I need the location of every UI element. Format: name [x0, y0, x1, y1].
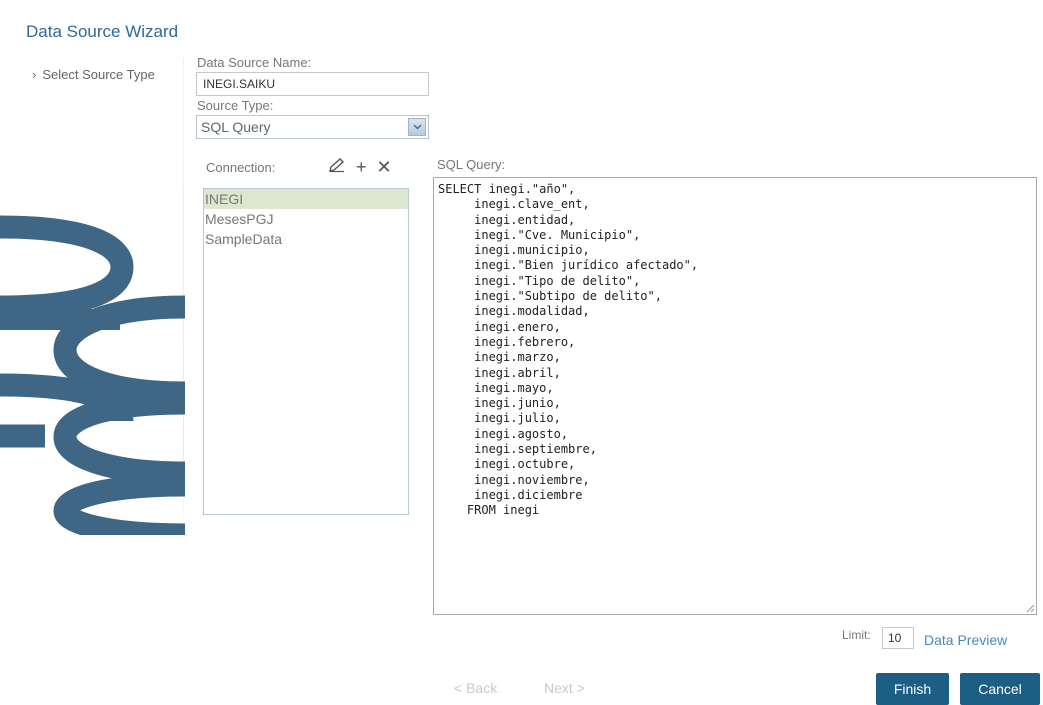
source-type-select[interactable]: SQL Query — [196, 115, 429, 139]
connection-toolbar: + ✕ — [328, 157, 392, 176]
next-button[interactable]: Next > — [544, 680, 585, 696]
chevron-right-icon: › — [32, 67, 37, 82]
back-button[interactable]: < Back — [454, 680, 497, 696]
connection-label: Connection: — [206, 160, 276, 175]
connection-item-mesespgj[interactable]: MesesPGJ — [204, 209, 408, 229]
sql-query-editor[interactable]: SELECT inegi."año", inegi.clave_ent, ine… — [433, 177, 1037, 615]
data-preview-link[interactable]: Data Preview — [924, 632, 1007, 648]
sql-query-text[interactable]: SELECT inegi."año", inegi.clave_ent, ine… — [434, 178, 1036, 523]
cancel-button[interactable]: Cancel — [960, 673, 1040, 705]
connection-item-inegi[interactable]: INEGI — [204, 189, 408, 209]
close-icon[interactable]: ✕ — [377, 158, 392, 176]
database-icon — [0, 215, 185, 535]
finish-button[interactable]: Finish — [876, 673, 949, 705]
chevron-down-icon[interactable] — [408, 118, 426, 136]
resize-grip-icon[interactable] — [1025, 603, 1035, 613]
source-type-label: Source Type: — [197, 98, 274, 113]
step-item-select-source-type[interactable]: › Select Source Type — [32, 67, 155, 82]
step-label: Select Source Type — [42, 67, 155, 82]
data-source-name-label: Data Source Name: — [197, 55, 312, 70]
sql-query-label: SQL Query: — [437, 157, 506, 172]
plus-icon[interactable]: + — [356, 158, 367, 176]
page-title: Data Source Wizard — [26, 22, 179, 41]
pencil-icon[interactable] — [328, 157, 346, 176]
connection-list: INEGI MesesPGJ SampleData — [203, 188, 409, 515]
limit-label: Limit: — [842, 628, 871, 642]
limit-input[interactable] — [882, 627, 914, 649]
data-source-name-input[interactable] — [196, 72, 429, 96]
connection-item-sampledata[interactable]: SampleData — [204, 229, 408, 249]
source-type-value: SQL Query — [201, 119, 271, 135]
